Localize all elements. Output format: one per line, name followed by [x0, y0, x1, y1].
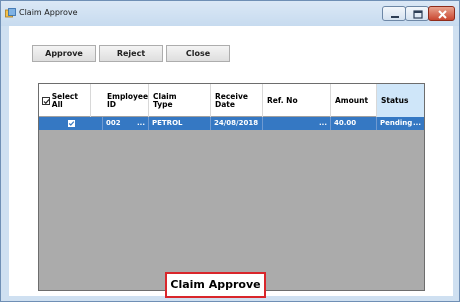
column-header-label: Amount	[335, 95, 369, 105]
close-window-button[interactable]	[428, 6, 455, 21]
cell-employee-id[interactable]: 002 ...	[103, 117, 149, 130]
column-header-claim-type[interactable]: Claim Type	[149, 84, 211, 117]
window-title: Claim Approve	[19, 8, 78, 17]
app-icon	[5, 8, 16, 19]
grid-header: Select All Employee ID Claim Type Receiv…	[39, 84, 424, 117]
cell-ellipsis: ...	[137, 119, 145, 127]
row-checkbox[interactable]	[68, 120, 75, 127]
select-all-header[interactable]: Select All	[39, 84, 91, 117]
cell-status[interactable]: Pending ...	[377, 117, 424, 130]
approve-button[interactable]: Approve	[32, 45, 96, 62]
cell-value: 002	[106, 119, 121, 127]
column-header-label: Employee ID	[107, 91, 149, 109]
column-header-amount[interactable]: Amount	[331, 84, 377, 117]
claim-approve-window: Claim Approve Approve Reject Close Selec…	[0, 0, 460, 302]
column-header-employee-id[interactable]: Employee ID	[103, 84, 149, 117]
check-icon	[43, 98, 50, 104]
close-icon	[438, 10, 447, 19]
close-button[interactable]: Close	[166, 45, 230, 62]
column-header-receive-date[interactable]: Receive Date	[211, 84, 263, 117]
cell-value: 24/08/2018	[214, 119, 259, 127]
select-all-label: Select All	[51, 91, 78, 109]
title-bar[interactable]: Claim Approve	[1, 1, 459, 26]
select-all-checkbox[interactable]	[42, 96, 50, 105]
cell-value: Pending	[380, 119, 413, 127]
column-header-status[interactable]: Status	[377, 84, 424, 117]
cell-ref-no[interactable]: ...	[263, 117, 331, 130]
cell-value: PETROL	[152, 119, 183, 127]
claims-grid[interactable]: Select All Employee ID Claim Type Receiv…	[38, 83, 425, 291]
cell-value: 40.00	[334, 119, 357, 127]
column-header-ref-no[interactable]: Ref. No	[263, 84, 331, 117]
cell-ellipsis: ...	[319, 119, 327, 127]
minimize-button[interactable]	[382, 6, 406, 21]
cell-amount[interactable]: 40.00	[331, 117, 377, 130]
maximize-icon	[413, 10, 423, 19]
maximize-button[interactable]	[405, 6, 429, 21]
column-header-label: Claim Type	[153, 91, 177, 109]
cell-claim-type[interactable]: PETROL	[149, 117, 211, 130]
table-row[interactable]: 002 ... PETROL 24/08/2018 ... 40.00 Pend…	[39, 117, 424, 130]
client-area: Approve Reject Close Select All Employee…	[9, 26, 453, 296]
check-icon	[68, 121, 75, 126]
column-header-label: Ref. No	[267, 95, 298, 105]
column-header-label: Status	[381, 95, 409, 105]
cell-receive-date[interactable]: 24/08/2018	[211, 117, 263, 130]
caption-label: Claim Approve	[165, 272, 266, 298]
row-select-cell[interactable]	[39, 117, 103, 130]
minimize-icon	[391, 16, 399, 18]
reject-button[interactable]: Reject	[99, 45, 163, 62]
column-header-label: Receive Date	[215, 91, 248, 109]
cell-ellipsis: ...	[413, 119, 421, 127]
